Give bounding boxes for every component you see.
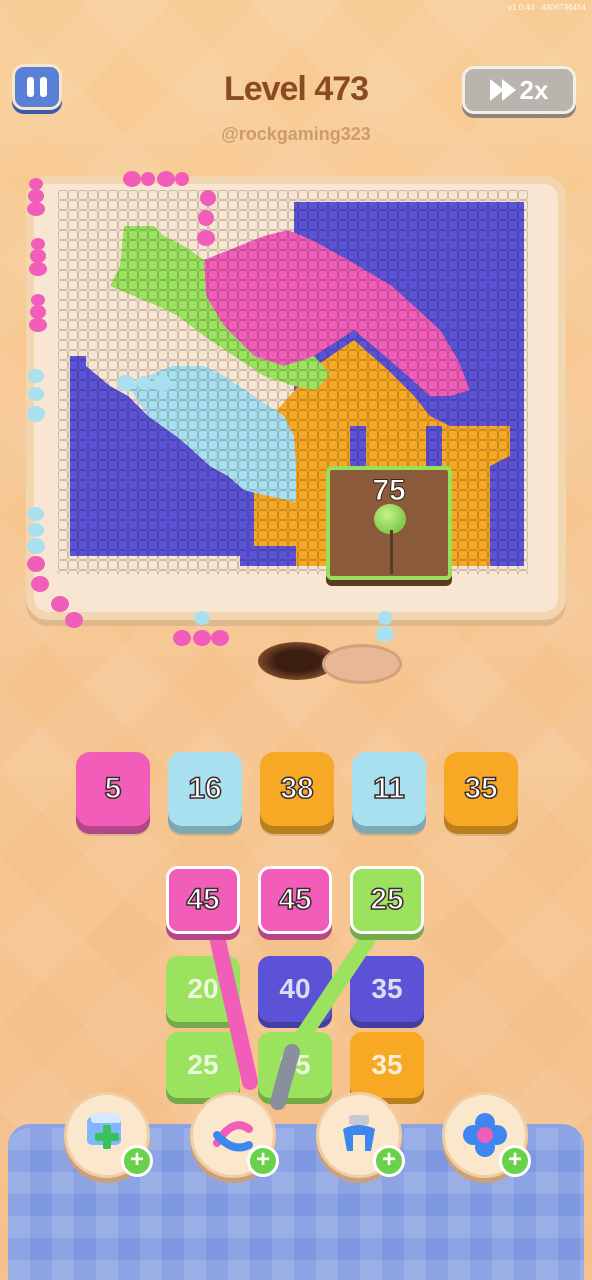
blue-ant-icon bbox=[376, 611, 394, 642]
blue-ant-icon bbox=[27, 369, 45, 422]
ant-spawner-grid: 20 40 35 25 25 35 45 45 25 bbox=[166, 866, 426, 1116]
pink-ant-icon bbox=[27, 178, 45, 216]
speed-label: 2x bbox=[519, 74, 549, 105]
pink-ant-icon bbox=[29, 238, 47, 276]
add-powerup-icon[interactable]: + bbox=[121, 1145, 153, 1177]
fast-forward-icon bbox=[489, 79, 516, 101]
queue-tile[interactable]: 35 bbox=[444, 752, 518, 826]
spawner-tile-active[interactable]: 45 bbox=[258, 866, 332, 934]
queue-tile[interactable]: 38 bbox=[260, 752, 334, 826]
swap-powerup[interactable]: + bbox=[190, 1092, 279, 1178]
add-box-powerup[interactable]: + bbox=[64, 1092, 153, 1178]
blue-ant-icon bbox=[27, 507, 45, 554]
queue-tile[interactable]: 16 bbox=[168, 752, 242, 826]
version-label: v1.0.43 - 4906736454 bbox=[508, 3, 586, 12]
pink-ant-icon bbox=[173, 611, 229, 646]
add-powerup-icon[interactable]: + bbox=[247, 1145, 279, 1177]
pink-ant-icon bbox=[123, 171, 189, 187]
door-count: 75 bbox=[372, 474, 406, 508]
creator-handle: @rockgaming323 bbox=[221, 124, 371, 144]
magnet-powerup[interactable]: + bbox=[316, 1092, 405, 1178]
add-powerup-icon[interactable]: + bbox=[373, 1145, 405, 1177]
speed-button[interactable]: 2x bbox=[462, 66, 576, 114]
blue-ant-icon bbox=[117, 375, 171, 391]
spawner-tile-active[interactable]: 45 bbox=[166, 866, 240, 934]
queue-tile[interactable]: 5 bbox=[76, 752, 150, 826]
queue-tile[interactable]: 11 bbox=[352, 752, 426, 826]
pink-ant-icon bbox=[27, 556, 83, 628]
exit-door[interactable]: 75 bbox=[326, 466, 452, 580]
flower-powerup[interactable]: + bbox=[442, 1092, 531, 1178]
color-queue: 5 16 38 11 35 bbox=[76, 752, 518, 826]
add-powerup-icon[interactable]: + bbox=[499, 1145, 531, 1177]
pink-ant-icon bbox=[29, 294, 47, 332]
pink-ant-icon bbox=[197, 190, 216, 246]
spawner-tile-active[interactable]: 25 bbox=[350, 866, 424, 934]
hole-lid bbox=[322, 644, 402, 684]
